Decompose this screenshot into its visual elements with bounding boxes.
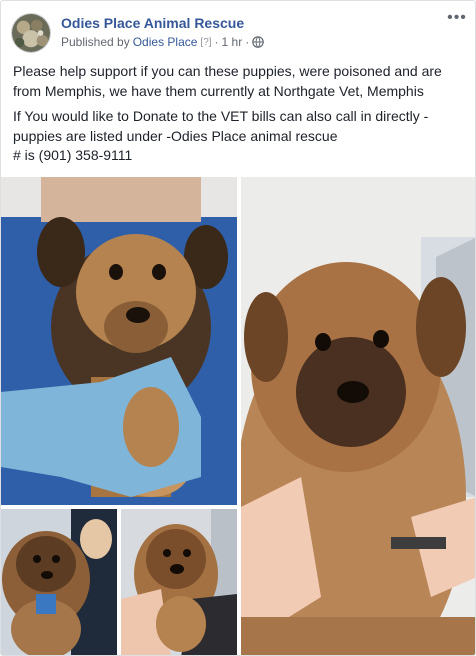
post-card: Odies Place Animal Rescue Published by O… [0, 0, 476, 656]
page-name-link[interactable]: Odies Place Animal Rescue [61, 15, 244, 31]
globe-icon [252, 36, 265, 48]
page-avatar[interactable] [11, 13, 51, 53]
timestamp-link[interactable]: 1 hr [222, 35, 243, 49]
post-paragraph: If You would like to Donate to the VET b… [13, 108, 429, 144]
post-paragraph: # is (901) 358-9111 [13, 147, 133, 163]
puppy-photo[interactable] [241, 177, 475, 655]
help-marker[interactable]: [?] [200, 37, 211, 48]
published-by-label: Published by [61, 35, 130, 49]
puppy-photo[interactable] [1, 509, 117, 655]
photo-grid [1, 177, 475, 655]
puppy-photo[interactable] [121, 509, 237, 655]
more-options-icon[interactable]: ••• [447, 10, 467, 27]
meta-separator: · [214, 35, 219, 49]
post-body: Please help support if you can these pup… [13, 62, 465, 166]
post-paragraph: Please help support if you can these pup… [13, 63, 442, 99]
meta-separator: · [245, 35, 250, 49]
post-meta: Published by Odies Place [?] · 1 hr · [61, 35, 265, 49]
publisher-link[interactable]: Odies Place [133, 35, 198, 49]
avatar-image [12, 14, 50, 52]
puppy-photo[interactable] [1, 177, 237, 505]
post-header: Odies Place Animal Rescue Published by O… [11, 10, 467, 55]
